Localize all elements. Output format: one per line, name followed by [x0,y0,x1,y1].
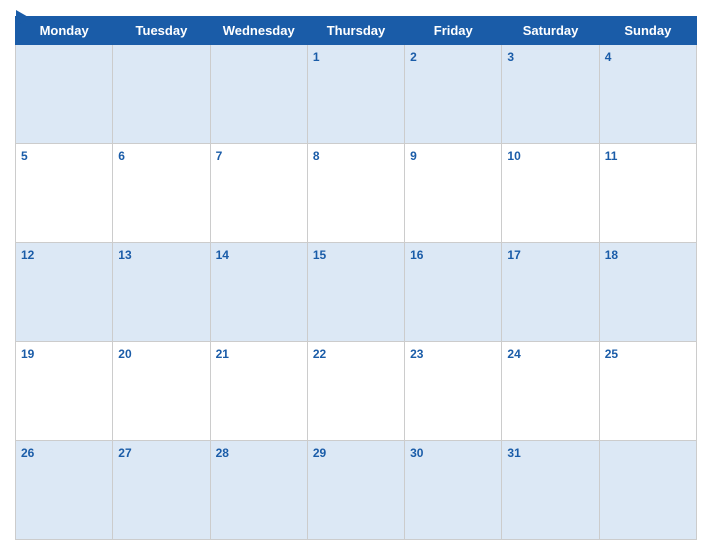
calendar-cell: 3 [502,45,599,144]
calendar-cell: 25 [599,342,696,441]
weekday-saturday: Saturday [502,17,599,45]
day-number: 30 [410,446,423,460]
day-number: 26 [21,446,34,460]
calendar-cell: 30 [405,441,502,540]
day-number: 4 [605,50,612,64]
calendar-cell: 16 [405,243,502,342]
calendar-cell: 9 [405,144,502,243]
day-number: 21 [216,347,229,361]
calendar-cell: 23 [405,342,502,441]
day-number: 19 [21,347,34,361]
day-number: 3 [507,50,514,64]
calendar-cell: 22 [307,342,404,441]
calendar-week-5: 26 27 28 29 30 31 [16,441,697,540]
day-number: 7 [216,149,223,163]
day-number: 27 [118,446,131,460]
calendar-week-1: 1 2 3 4 [16,45,697,144]
day-number: 25 [605,347,618,361]
calendar-cell: 20 [113,342,210,441]
calendar-cell: 26 [16,441,113,540]
day-number: 12 [21,248,34,262]
day-number: 20 [118,347,131,361]
day-number: 2 [410,50,417,64]
day-number: 31 [507,446,520,460]
weekday-friday: Friday [405,17,502,45]
calendar-cell: 1 [307,45,404,144]
calendar-cell: 5 [16,144,113,243]
calendar-cell: 19 [16,342,113,441]
logo [15,10,30,26]
day-number: 29 [313,446,326,460]
day-number: 8 [313,149,320,163]
calendar-cell: 31 [502,441,599,540]
weekday-wednesday: Wednesday [210,17,307,45]
calendar-cell [599,441,696,540]
day-number: 10 [507,149,520,163]
calendar-cell: 14 [210,243,307,342]
calendar-cell: 8 [307,144,404,243]
day-number: 11 [605,149,618,163]
calendar-cell: 11 [599,144,696,243]
day-number: 17 [507,248,520,262]
calendar-cell: 24 [502,342,599,441]
calendar-cell [16,45,113,144]
calendar-cell [210,45,307,144]
day-number: 24 [507,347,520,361]
calendar-cell [113,45,210,144]
day-number: 13 [118,248,131,262]
day-number: 15 [313,248,326,262]
day-number: 23 [410,347,423,361]
logo-icon [16,10,30,26]
day-number: 28 [216,446,229,460]
calendar-cell: 2 [405,45,502,144]
calendar-cell: 18 [599,243,696,342]
calendar-cell: 13 [113,243,210,342]
calendar-cell: 12 [16,243,113,342]
calendar-cell: 10 [502,144,599,243]
calendar-cell: 7 [210,144,307,243]
calendar-cell: 28 [210,441,307,540]
weekday-thursday: Thursday [307,17,404,45]
calendar-week-3: 12 13 14 15 16 17 18 [16,243,697,342]
day-number: 14 [216,248,229,262]
calendar-cell: 4 [599,45,696,144]
day-number: 9 [410,149,417,163]
day-number: 18 [605,248,618,262]
calendar-cell: 17 [502,243,599,342]
calendar-cell: 15 [307,243,404,342]
day-number: 5 [21,149,28,163]
calendar-table: MondayTuesdayWednesdayThursdayFridaySatu… [15,16,697,540]
weekday-monday: Monday [16,17,113,45]
day-number: 16 [410,248,423,262]
calendar-week-2: 5 6 7 8 9 10 11 [16,144,697,243]
day-number: 6 [118,149,125,163]
calendar-cell: 21 [210,342,307,441]
day-number: 22 [313,347,326,361]
weekday-sunday: Sunday [599,17,696,45]
weekday-tuesday: Tuesday [113,17,210,45]
calendar-cell: 6 [113,144,210,243]
calendar-cell: 27 [113,441,210,540]
day-number: 1 [313,50,320,64]
calendar-cell: 29 [307,441,404,540]
weekday-header-row: MondayTuesdayWednesdayThursdayFridaySatu… [16,17,697,45]
calendar-week-4: 19 20 21 22 23 24 25 [16,342,697,441]
